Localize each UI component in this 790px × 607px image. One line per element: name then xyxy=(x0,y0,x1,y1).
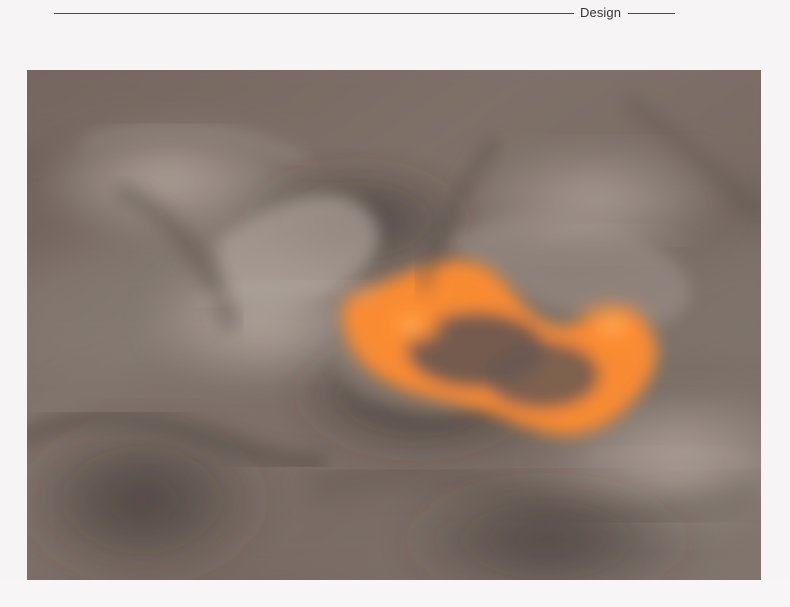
page-bottom-band xyxy=(0,580,790,607)
fleece-blanket-photo xyxy=(27,70,761,580)
product-photo xyxy=(27,70,761,580)
header-divider-right xyxy=(628,13,675,14)
section-title: Design xyxy=(580,5,622,20)
header-divider-left xyxy=(54,13,574,14)
